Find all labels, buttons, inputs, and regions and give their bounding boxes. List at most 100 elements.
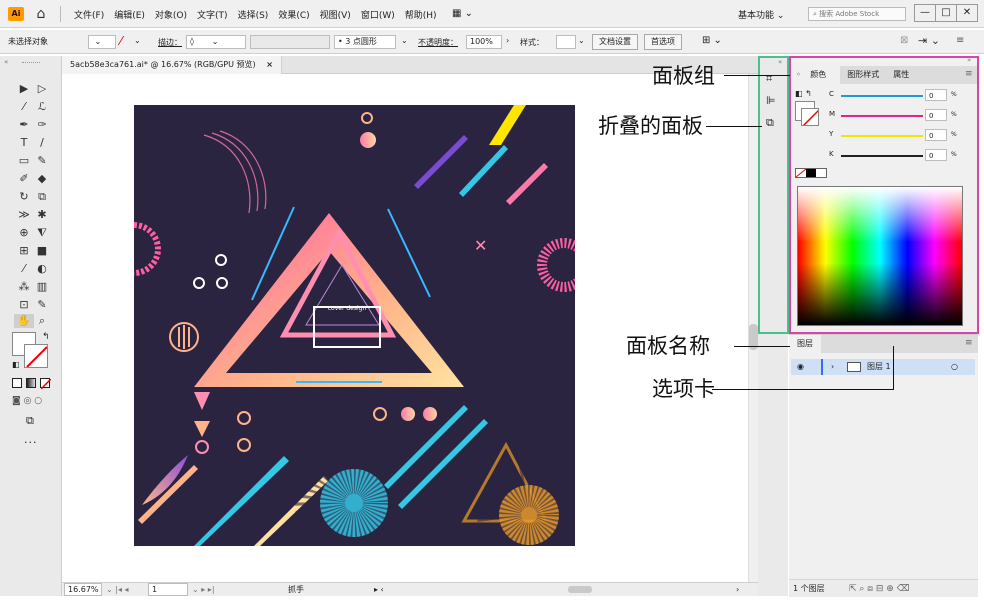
magic-wand-tool-icon[interactable]: ⁄: [16, 100, 32, 114]
menu-edit[interactable]: 编辑(E): [114, 8, 145, 22]
eyedropper-tool-icon[interactable]: ⁄: [16, 262, 32, 276]
magenta-slider[interactable]: M 0 %: [829, 109, 979, 122]
eraser-tool-icon[interactable]: ◆: [34, 172, 50, 186]
gradient-tool-icon[interactable]: ■: [34, 244, 50, 258]
brush-dropdown-arrow[interactable]: ⌄: [401, 36, 408, 45]
menu-select[interactable]: 选择(S): [238, 8, 269, 22]
menu-effect[interactable]: 效果(C): [278, 8, 309, 22]
status-menu-arrow[interactable]: ▸ ‹: [374, 583, 384, 596]
artboard[interactable]: cover design ✕: [134, 105, 575, 546]
line-tool-icon[interactable]: /: [34, 136, 50, 150]
toolbar-grip[interactable]: [22, 62, 40, 64]
curvature-tool-icon[interactable]: ✑: [34, 118, 50, 132]
quick-swatches[interactable]: [795, 168, 827, 178]
brush-dropdown[interactable]: • 3 点圆形: [334, 35, 396, 49]
cyan-slider[interactable]: C 0 %: [829, 89, 979, 102]
none-mode-icon[interactable]: [40, 378, 52, 390]
tab-layers[interactable]: 图层: [789, 335, 821, 353]
column-graph-tool-icon[interactable]: ▥: [34, 280, 50, 294]
menu-view[interactable]: 视图(V): [320, 8, 351, 22]
width-tool-icon[interactable]: ≫: [16, 208, 32, 222]
layout-grid-icon[interactable]: ▦ ⌄: [452, 8, 473, 19]
type-tool-icon[interactable]: T: [16, 136, 32, 150]
layers-menu-icon[interactable]: ≡: [965, 338, 973, 348]
puppet-warp-tool-icon[interactable]: ✱: [34, 208, 50, 222]
color-spectrum[interactable]: [797, 186, 963, 326]
pathfinder-panel-icon[interactable]: ⧉: [766, 116, 774, 130]
edit-toolbar-icon[interactable]: ···: [24, 436, 38, 449]
paintbrush-tool-icon[interactable]: ✎: [34, 154, 50, 168]
zoom-tool-icon[interactable]: ⌕: [34, 314, 50, 328]
visibility-eye-icon[interactable]: ◉: [797, 359, 804, 375]
target-circle-icon[interactable]: ○: [951, 359, 958, 375]
arrange-documents-icon[interactable]: ⊞ ⌄: [702, 35, 722, 46]
menu-window[interactable]: 窗口(W): [361, 8, 395, 22]
menu-help[interactable]: 帮助(H): [405, 8, 437, 22]
stroke-weight-input[interactable]: ◊ ⌄: [186, 35, 246, 49]
black-slider[interactable]: K 0 %: [829, 149, 979, 162]
stroke-none-icon[interactable]: ⁄: [120, 34, 122, 48]
opacity-input[interactable]: 100%: [466, 35, 502, 49]
stroke-dropdown[interactable]: ⌄: [134, 36, 141, 45]
menu-type[interactable]: 文字(T): [197, 8, 228, 22]
hand-tool-icon[interactable]: ✋: [14, 314, 34, 328]
artboard-nav[interactable]: ⌄ |◂ ◂: [106, 583, 129, 596]
stock-search-input[interactable]: ⌕ 搜索 Adobe Stock: [808, 7, 906, 21]
gradient-mode-icon[interactable]: [26, 378, 36, 388]
screen-mode-icon[interactable]: ⧉: [26, 414, 34, 428]
canvas-area[interactable]: cover design ✕: [62, 74, 748, 582]
style-dropdown[interactable]: ⌄: [578, 36, 585, 45]
horizontal-scroll-thumb[interactable]: [568, 586, 592, 593]
scale-tool-icon[interactable]: ⧉: [34, 190, 50, 204]
zoom-input[interactable]: 16.67%: [64, 583, 102, 596]
expand-layer-icon[interactable]: ›: [831, 359, 834, 375]
stroke-swatch[interactable]: [24, 344, 48, 368]
align-panel-icon[interactable]: ⊫: [766, 94, 776, 107]
rectangle-tool-icon[interactable]: ▭: [16, 154, 32, 168]
layers-footer-icons[interactable]: ⇱ ⌕ ⧈ ⊟ ⊕ ⌫: [849, 580, 909, 598]
document-tab[interactable]: 5acb58e3ca761.ai* @ 16.67% (RGB/GPU 预览) …: [62, 56, 282, 74]
panel-toggle-icon[interactable]: ⇥ ⌄: [918, 34, 940, 47]
artboard-tool-icon[interactable]: ⊡: [16, 298, 32, 312]
color-fill-icon[interactable]: ◧ ↰: [795, 89, 812, 98]
artboard-number-input[interactable]: 1: [148, 583, 188, 596]
blend-tool-icon[interactable]: ◐: [34, 262, 50, 276]
pen-tool-icon[interactable]: ✒: [16, 118, 32, 132]
selection-tool-icon[interactable]: ▶: [16, 82, 32, 96]
close-window-button[interactable]: ✕: [957, 5, 977, 21]
vertical-scrollbar[interactable]: [748, 74, 758, 582]
variable-width-dropdown[interactable]: [250, 35, 330, 49]
artboard-next[interactable]: ⌄ ▸ ▸|: [192, 583, 215, 596]
scroll-right-arrow[interactable]: ›: [736, 583, 739, 596]
slice-tool-icon[interactable]: ✎: [34, 298, 50, 312]
close-document-icon[interactable]: ×: [266, 60, 273, 69]
shape-builder-tool-icon[interactable]: ⊕: [16, 226, 32, 240]
panel-stroke-swatch[interactable]: [801, 108, 819, 126]
maximize-button[interactable]: □: [936, 5, 957, 21]
layer-name[interactable]: 图层 1: [867, 359, 891, 375]
rotate-tool-icon[interactable]: ↻: [16, 190, 32, 204]
layer-row[interactable]: ◉ › 图层 1 ○: [791, 359, 975, 375]
preferences-button[interactable]: 首选项: [644, 34, 682, 50]
mesh-tool-icon[interactable]: ⊞: [16, 244, 32, 258]
yellow-slider[interactable]: Y 0 %: [829, 129, 979, 142]
color-mode-icon[interactable]: [12, 378, 22, 388]
direct-selection-tool-icon[interactable]: ▷: [34, 82, 50, 96]
lasso-tool-icon[interactable]: ℒ: [34, 100, 50, 114]
home-icon[interactable]: ⌂: [33, 6, 49, 22]
shaper-tool-icon[interactable]: ✐: [16, 172, 32, 186]
perspective-grid-tool-icon[interactable]: ⧨: [34, 226, 50, 240]
document-setup-button[interactable]: 文档设置: [592, 34, 638, 50]
draw-mode-icons[interactable]: ◙ ◎ ○: [12, 396, 42, 406]
minimize-button[interactable]: —: [915, 5, 936, 21]
swap-colors-icon[interactable]: ↰: [42, 332, 50, 342]
menu-file[interactable]: 文件(F): [74, 8, 104, 22]
opacity-arrow[interactable]: ›: [506, 36, 509, 45]
menu-list-icon[interactable]: ≡: [956, 35, 964, 46]
menu-object[interactable]: 对象(O): [155, 8, 187, 22]
graphic-style-swatch[interactable]: [556, 35, 576, 49]
symbol-sprayer-tool-icon[interactable]: ⁂: [16, 280, 32, 294]
default-colors-icon[interactable]: ◧: [12, 360, 20, 369]
align-icon[interactable]: ⊠: [900, 35, 908, 46]
fill-swatch-dropdown[interactable]: ⌄: [88, 35, 116, 49]
